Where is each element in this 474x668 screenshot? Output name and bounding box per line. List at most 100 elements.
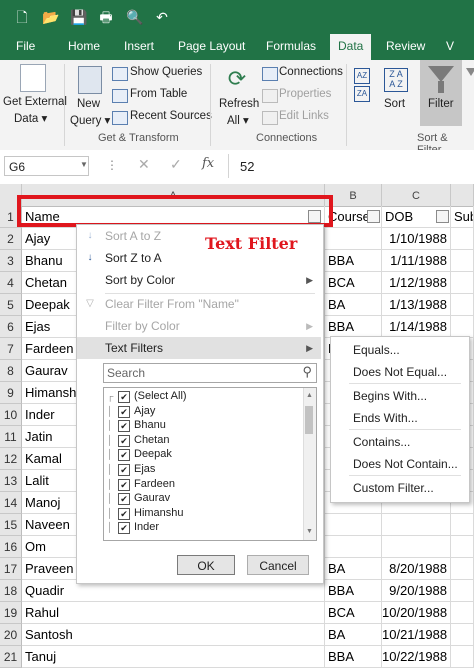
dob-cell[interactable]: 9/20/1988 xyxy=(382,580,451,602)
sort-za-icon[interactable]: ZA xyxy=(354,86,370,102)
text-filter-option[interactable]: Ends With... xyxy=(331,407,467,429)
checklist-item[interactable]: │ ✔ Himanshu xyxy=(104,506,300,520)
course-cell[interactable]: BBA xyxy=(325,316,382,338)
sort-button-label[interactable]: Sort xyxy=(384,98,405,110)
column-header-b[interactable]: B xyxy=(325,184,382,206)
print-icon[interactable]: 🖶 xyxy=(98,9,114,25)
sub-cell[interactable] xyxy=(451,558,474,580)
row-header[interactable]: 21 xyxy=(0,646,22,668)
sub-cell[interactable] xyxy=(451,272,474,294)
new-query-icon[interactable] xyxy=(78,66,102,94)
sort-dialog-icon[interactable]: Z AA Z xyxy=(384,68,408,92)
tab-formulas[interactable]: Formulas xyxy=(260,34,322,60)
checklist-scrollbar[interactable]: ▲ ▼ xyxy=(303,388,316,540)
get-external-data-label-2[interactable]: Data ▾ xyxy=(14,111,47,125)
checklist-item[interactable]: │ ✔ Ejas xyxy=(104,462,300,476)
text-filter-option[interactable]: Contains... xyxy=(331,431,467,453)
dob-cell[interactable]: 1/13/1988 xyxy=(382,294,451,316)
sub-cell[interactable] xyxy=(451,294,474,316)
course-cell[interactable]: BBA xyxy=(325,250,382,272)
from-table-button[interactable]: From Table xyxy=(130,88,187,100)
dob-cell[interactable]: 10/22/1988 xyxy=(382,646,451,668)
course-cell[interactable] xyxy=(325,514,382,536)
row-header[interactable]: 12 xyxy=(0,448,22,470)
row-header[interactable]: 2 xyxy=(0,228,22,250)
row-header[interactable]: 6 xyxy=(0,316,22,338)
checkbox-checked-icon[interactable]: ✔ xyxy=(118,493,130,506)
dob-cell[interactable]: 10/21/1988 xyxy=(382,624,451,646)
tab-review[interactable]: Review xyxy=(380,34,431,60)
course-cell[interactable]: BA xyxy=(325,558,382,580)
row-header[interactable]: 17 xyxy=(0,558,22,580)
checklist-item[interactable]: │ ✔ Deepak xyxy=(104,447,300,462)
name-box-dropdown-icon[interactable]: ▼ xyxy=(80,160,88,169)
checklist-item[interactable]: ┌ ✔ (Select All) xyxy=(104,389,300,403)
refresh-all-label-1[interactable]: Refresh xyxy=(219,98,259,110)
row-header[interactable]: 14 xyxy=(0,492,22,514)
menu-filter-by-color[interactable]: Filter by Color ▶ xyxy=(77,315,321,337)
checklist-item[interactable]: │ ✔ Gaurav xyxy=(104,491,300,506)
scroll-thumb[interactable] xyxy=(305,406,313,434)
insert-function-icon[interactable]: fx xyxy=(202,156,214,171)
filter-dropdown-button[interactable] xyxy=(367,210,380,223)
row-header[interactable]: 16 xyxy=(0,536,22,558)
checkbox-checked-icon[interactable]: ✔ xyxy=(118,522,130,535)
sub-cell[interactable] xyxy=(451,228,474,250)
course-cell[interactable]: BA xyxy=(325,624,382,646)
sub-cell[interactable] xyxy=(451,316,474,338)
tab-home[interactable]: Home xyxy=(62,34,106,60)
header-cell-sub[interactable]: Sub xyxy=(451,206,474,228)
name-cell[interactable]: Santosh xyxy=(22,624,325,646)
scroll-up-icon[interactable]: ▲ xyxy=(306,392,313,399)
checklist-item[interactable]: │ ✔ Ajay xyxy=(104,404,300,418)
open-folder-icon[interactable]: 📂 xyxy=(42,9,59,25)
get-external-data-icon[interactable] xyxy=(20,64,46,92)
tab-data[interactable]: Data xyxy=(330,34,372,60)
checkbox-checked-icon[interactable]: ✔ xyxy=(118,405,130,418)
new-query-label-2[interactable]: Query ▾ xyxy=(70,113,110,127)
search-icon[interactable]: ⚲ xyxy=(302,364,312,380)
text-filter-option[interactable]: Does Not Contain... xyxy=(331,453,467,475)
tab-insert[interactable]: Insert xyxy=(118,34,160,60)
edit-links-button[interactable]: Edit Links xyxy=(279,110,329,122)
text-filter-option[interactable]: Equals... xyxy=(331,339,467,361)
dob-cell[interactable] xyxy=(382,536,451,558)
row-header[interactable]: 13 xyxy=(0,470,22,492)
filter-dropdown-button[interactable] xyxy=(436,210,449,223)
confirm-entry-icon[interactable]: ✓ xyxy=(170,156,182,173)
menu-text-filters[interactable]: Text Filters ▶ xyxy=(77,337,321,359)
checkbox-checked-icon[interactable]: ✔ xyxy=(118,507,130,520)
get-external-data-label-1[interactable]: Get External xyxy=(3,96,67,108)
search-input[interactable]: Search ⚲ xyxy=(103,363,317,383)
connections-button[interactable]: Connections xyxy=(279,66,343,78)
new-file-icon[interactable]: 🗋 xyxy=(14,9,30,25)
row-header[interactable]: 20 xyxy=(0,624,22,646)
tab-file[interactable]: File xyxy=(10,34,41,60)
course-cell[interactable]: BBA xyxy=(325,646,382,668)
row-header[interactable]: 15 xyxy=(0,514,22,536)
row-header[interactable]: 3 xyxy=(0,250,22,272)
checklist-item[interactable]: │ ✔ Inder xyxy=(104,520,300,535)
refresh-icon[interactable]: ⟳ xyxy=(224,66,250,92)
course-cell[interactable]: BA xyxy=(325,294,382,316)
undo-icon[interactable]: ↶ xyxy=(154,9,170,25)
sub-cell[interactable] xyxy=(451,514,474,536)
text-filter-option[interactable]: Custom Filter... xyxy=(331,477,467,499)
row-header[interactable]: 5 xyxy=(0,294,22,316)
column-header-d[interactable] xyxy=(451,184,474,206)
dob-cell[interactable]: 8/20/1988 xyxy=(382,558,451,580)
row-header[interactable]: 11 xyxy=(0,426,22,448)
dob-cell[interactable]: 1/11/1988 xyxy=(382,250,451,272)
row-header[interactable]: 18 xyxy=(0,580,22,602)
tab-page-layout[interactable]: Page Layout xyxy=(172,34,251,60)
refresh-all-label-2[interactable]: All ▾ xyxy=(227,113,249,127)
sub-cell[interactable] xyxy=(451,580,474,602)
dob-cell[interactable]: 1/14/1988 xyxy=(382,316,451,338)
name-box[interactable]: G6 xyxy=(4,156,89,176)
dob-cell[interactable] xyxy=(382,514,451,536)
row-header[interactable]: 4 xyxy=(0,272,22,294)
row-header[interactable]: 19 xyxy=(0,602,22,624)
text-filter-option[interactable]: Begins With... xyxy=(331,385,467,407)
course-cell[interactable] xyxy=(325,536,382,558)
column-header-c[interactable]: C xyxy=(382,184,451,206)
